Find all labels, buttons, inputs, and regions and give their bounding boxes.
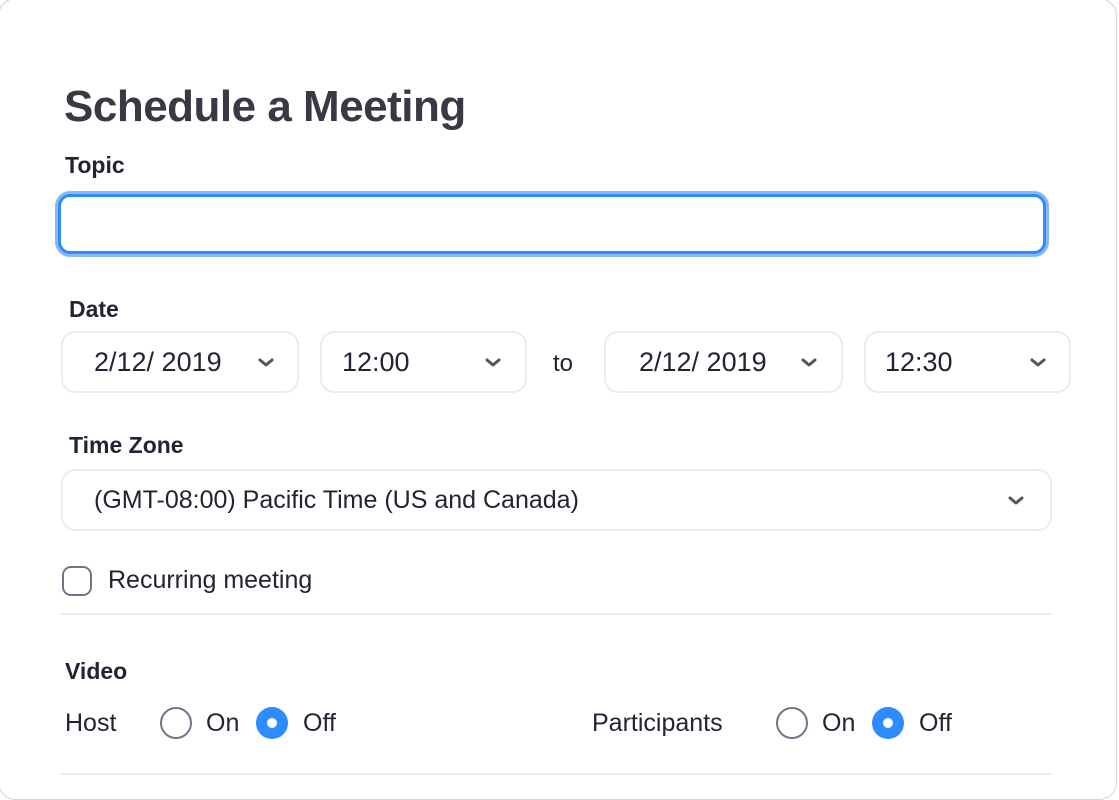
time-zone-value: (GMT-08:00) Pacific Time (US and Canada) bbox=[94, 485, 579, 514]
topic-input[interactable] bbox=[58, 194, 1046, 254]
host-video-on-radio[interactable] bbox=[160, 707, 192, 739]
host-video-off-radio[interactable] bbox=[256, 707, 288, 739]
chevron-down-icon bbox=[801, 358, 817, 367]
topic-label: Topic bbox=[65, 152, 125, 178]
host-video-on-label[interactable]: On bbox=[206, 709, 239, 738]
start-date-select[interactable]: 2/12/ 2019 bbox=[61, 331, 299, 393]
host-video-off-label[interactable]: Off bbox=[303, 709, 336, 738]
date-range-separator: to bbox=[553, 350, 574, 377]
chevron-down-icon bbox=[258, 358, 274, 367]
page-title: Schedule a Meeting bbox=[64, 82, 466, 131]
end-time-value: 12:30 bbox=[885, 346, 953, 377]
end-time-select[interactable]: 12:30 bbox=[864, 331, 1071, 393]
recurring-meeting-label[interactable]: Recurring meeting bbox=[108, 566, 312, 595]
time-zone-label: Time Zone bbox=[69, 432, 184, 458]
chevron-down-icon bbox=[485, 358, 501, 367]
participants-video-off-radio[interactable] bbox=[872, 707, 904, 739]
start-time-value: 12:00 bbox=[342, 346, 410, 377]
date-label: Date bbox=[69, 296, 119, 322]
recurring-meeting-checkbox[interactable] bbox=[62, 566, 92, 596]
section-divider bbox=[60, 613, 1052, 615]
video-label: Video bbox=[65, 658, 128, 684]
participants-video-on-radio[interactable] bbox=[776, 707, 808, 739]
start-time-select[interactable]: 12:00 bbox=[320, 331, 527, 393]
end-date-select[interactable]: 2/12/ 2019 bbox=[604, 331, 843, 393]
host-video-label: Host bbox=[65, 709, 117, 737]
participants-video-on-label[interactable]: On bbox=[822, 709, 855, 738]
end-date-value: 2/12/ 2019 bbox=[639, 346, 767, 377]
participants-video-off-label[interactable]: Off bbox=[919, 709, 952, 738]
start-date-value: 2/12/ 2019 bbox=[94, 346, 222, 377]
time-zone-select[interactable]: (GMT-08:00) Pacific Time (US and Canada) bbox=[61, 469, 1052, 531]
participants-video-label: Participants bbox=[592, 709, 723, 737]
chevron-down-icon bbox=[1008, 496, 1024, 505]
chevron-down-icon bbox=[1030, 358, 1046, 367]
